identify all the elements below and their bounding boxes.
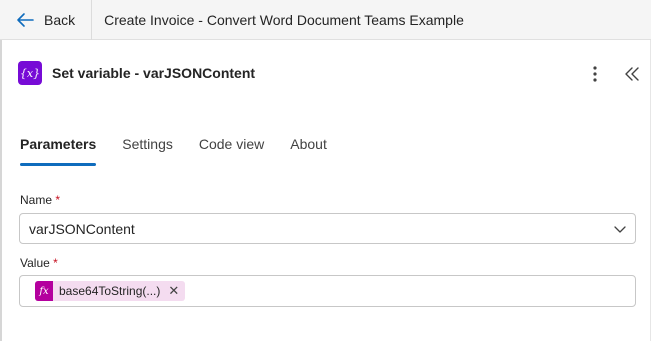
more-vertical-icon [585, 66, 605, 88]
name-dropdown[interactable]: varJSONContent [19, 213, 636, 244]
top-bar: Back Create Invoice - Convert Word Docum… [0, 0, 651, 40]
value-field-label: Value * [20, 256, 58, 270]
variable-icon: {x} [18, 61, 42, 85]
close-icon[interactable]: ✕ [168, 283, 179, 299]
tab-parameters[interactable]: Parameters [20, 134, 97, 168]
more-options-button[interactable] [585, 64, 605, 84]
value-label-text: Value [20, 256, 50, 270]
expression-token-text: base64ToString(...) [59, 284, 161, 298]
tab-about[interactable]: About [290, 134, 327, 168]
name-label-text: Name [20, 193, 53, 207]
value-input[interactable]: fx base64ToString(...) ✕ [19, 275, 636, 307]
function-icon: fx [35, 281, 53, 301]
tab-code-view[interactable]: Code view [199, 134, 264, 168]
double-chevron-left-icon [622, 67, 642, 88]
collapse-panel-button[interactable] [622, 64, 642, 84]
name-field-label: Name * [20, 193, 60, 207]
back-button[interactable]: Back [0, 0, 93, 40]
action-header: {x} Set variable - varJSONContent [18, 61, 255, 85]
chevron-down-icon [613, 222, 627, 241]
required-marker: * [53, 256, 58, 270]
back-label: Back [44, 11, 76, 28]
tab-list: Parameters Settings Code view About [20, 134, 353, 168]
tab-settings[interactable]: Settings [122, 134, 173, 168]
flow-title: Create Invoice - Convert Word Document T… [104, 11, 464, 28]
expression-token[interactable]: fx base64ToString(...) ✕ [35, 281, 186, 301]
arrow-left-icon [16, 12, 34, 28]
action-details-panel: {x} Set variable - varJSONContent Parame… [0, 40, 651, 341]
required-marker: * [55, 193, 61, 207]
action-title: Set variable - varJSONContent [52, 65, 256, 81]
name-dropdown-value: varJSONContent [29, 220, 135, 237]
